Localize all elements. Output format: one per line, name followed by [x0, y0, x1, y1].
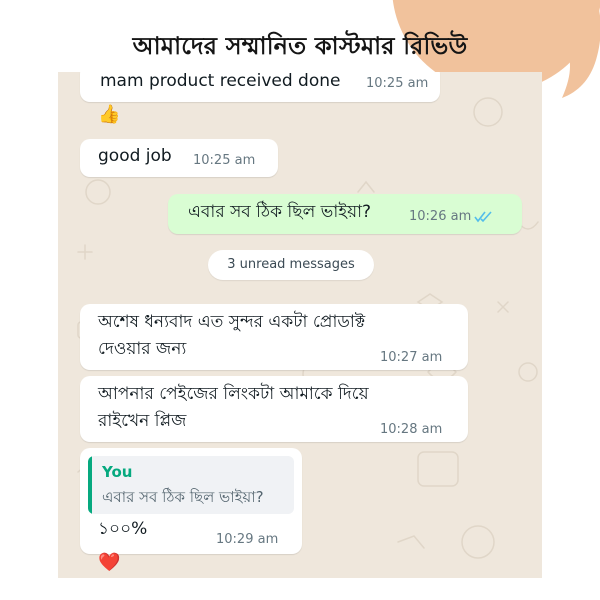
message-bubble-incoming-reply[interactable]: You এবার সব ঠিক ছিল ভাইয়া? ১০০% 10:29 a…: [80, 448, 302, 554]
message-time: 10:28 am: [380, 422, 443, 437]
message-bubble-incoming[interactable]: good job 10:25 am: [80, 139, 278, 177]
message-time: 10:26 am: [409, 209, 472, 224]
message-time: 10:29 am: [216, 532, 279, 547]
message-bubble-incoming[interactable]: অশেষ ধন্যবাদ এত সুন্দর একটা প্রোডাক্ট দে…: [80, 304, 468, 370]
message-text-line: রাইখেন প্লিজ: [98, 411, 187, 431]
quoted-message[interactable]: You এবার সব ঠিক ছিল ভাইয়া?: [88, 456, 294, 514]
chat-screenshot: mam product received done 10:25 am 👍 goo…: [58, 72, 542, 578]
read-receipt-icon: [474, 211, 492, 223]
message-time: 10:25 am: [193, 153, 256, 168]
message-text: mam product received done: [100, 72, 341, 91]
banner-title: আমাদের সম্মানিত কাস্টমার রিভিউ: [132, 32, 468, 60]
message-text: এবার সব ঠিক ছিল ভাইয়া?: [188, 202, 372, 222]
heart-icon[interactable]: ❤️: [98, 554, 120, 572]
message-text-line: অশেষ ধন্যবাদ এত সুন্দর একটা প্রোডাক্ট: [98, 312, 366, 332]
message-text: ১০০%: [98, 519, 148, 539]
message-text-line: দেওয়ার জন্য: [98, 339, 187, 359]
message-text: good job: [98, 146, 172, 166]
quote-accent-bar: [88, 456, 92, 514]
message-bubble-incoming[interactable]: আপনার পেইজের লিংকটা আমাকে দিয়ে রাইখেন প…: [80, 376, 468, 442]
quoted-author: You: [102, 463, 133, 481]
message-bubble-incoming[interactable]: mam product received done 10:25 am: [80, 72, 440, 102]
thumbs-up-icon[interactable]: 👍: [98, 106, 120, 124]
message-text-line: আপনার পেইজের লিংকটা আমাকে দিয়ে: [98, 384, 369, 404]
message-time: 10:27 am: [380, 350, 443, 365]
unread-messages-divider: 3 unread messages: [208, 250, 374, 280]
message-time: 10:25 am: [366, 76, 429, 91]
message-bubble-outgoing[interactable]: এবার সব ঠিক ছিল ভাইয়া? 10:26 am: [168, 194, 522, 234]
quoted-text: এবার সব ঠিক ছিল ভাইয়া?: [102, 488, 264, 506]
